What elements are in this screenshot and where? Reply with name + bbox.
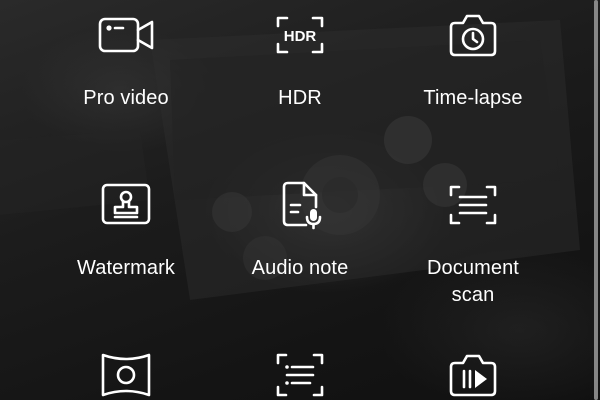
mode-label: Pro video <box>83 87 169 109</box>
mode-watermark[interactable]: Watermark <box>36 181 216 282</box>
feature-grid: Pro video HDR HDR Time-lapse Watermark A… <box>0 0 596 400</box>
mode-label: Watermark <box>77 257 175 279</box>
camera-play-icon <box>443 351 503 399</box>
stamp-icon <box>96 181 156 229</box>
mode-time-lapse[interactable]: Time-lapse <box>383 11 563 112</box>
panorama-icon <box>96 351 156 399</box>
mode-label: HDR <box>278 87 322 109</box>
mode-slow-motion[interactable] <box>383 351 563 399</box>
mode-panorama[interactable] <box>36 351 216 399</box>
mode-document-scan[interactable]: Document scan <box>383 181 563 309</box>
mode-audio-note[interactable]: Audio note <box>210 181 390 282</box>
mode-label-line1: Document <box>427 257 519 279</box>
mode-super-macro[interactable] <box>210 351 390 399</box>
mode-pro-video[interactable]: Pro video <box>36 11 216 112</box>
hdr-icon-text: HDR <box>284 28 317 45</box>
mode-label-line2: scan <box>451 284 495 306</box>
timelapse-camera-icon <box>443 11 503 59</box>
document-scan-icon <box>443 181 503 229</box>
scrollbar[interactable] <box>594 0 598 400</box>
hdr-icon: HDR <box>270 11 330 59</box>
mode-label: Document scan <box>383 255 563 309</box>
mode-label: Audio note <box>251 257 349 279</box>
video-camera-icon <box>96 11 156 59</box>
scan-lines-icon <box>270 351 330 399</box>
audio-note-icon <box>270 181 330 230</box>
mode-hdr[interactable]: HDR HDR <box>210 11 390 112</box>
mode-label: Time-lapse <box>423 87 523 109</box>
